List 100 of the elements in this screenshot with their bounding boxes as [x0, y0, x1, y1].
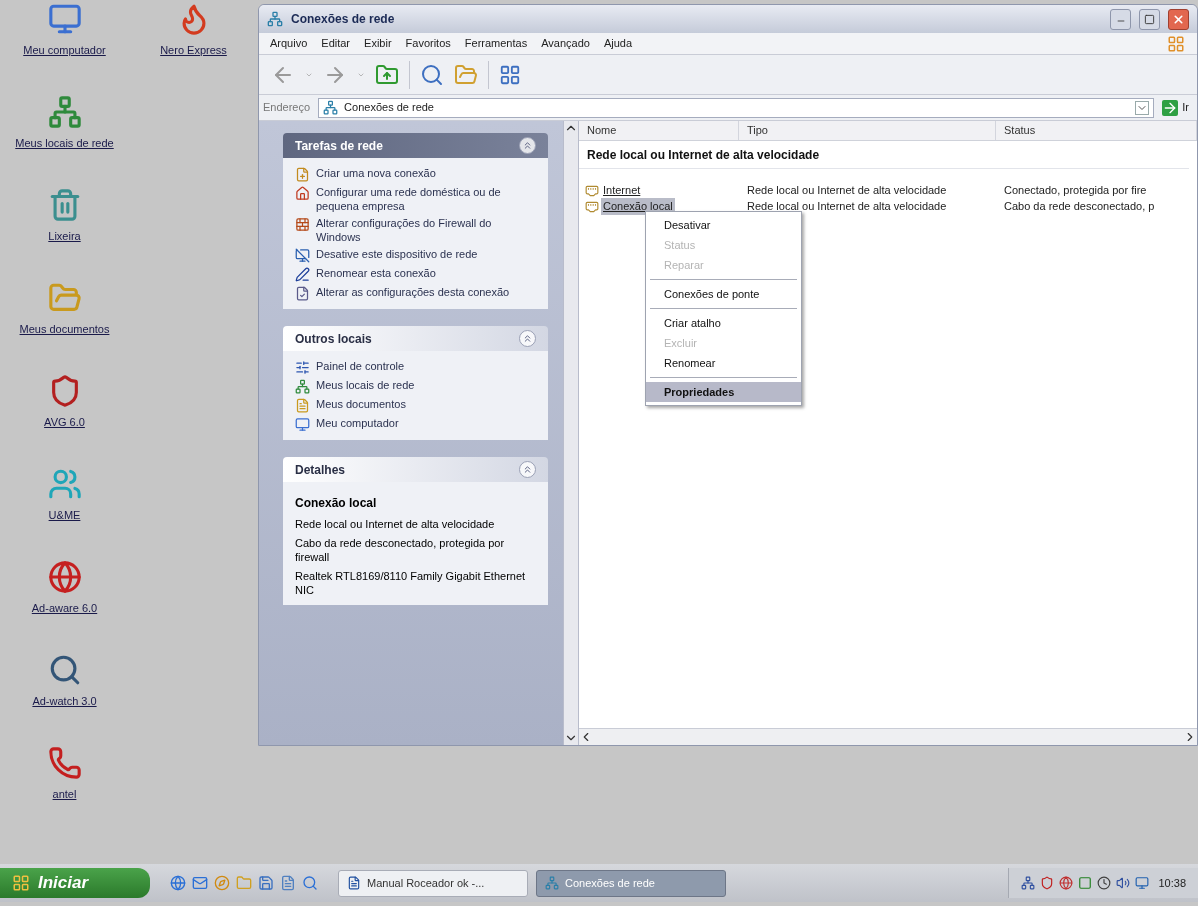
horizontal-scrollbar[interactable]: [579, 728, 1197, 745]
menu-item[interactable]: Avançado: [534, 35, 597, 52]
connection-icon: [585, 199, 599, 214]
monitor-off-icon: [295, 248, 310, 263]
network-icon: [323, 100, 339, 115]
people-icon[interactable]: [47, 467, 82, 501]
network-icon: [267, 11, 283, 27]
menu-item[interactable]: Editar: [314, 35, 358, 52]
menu-item[interactable]: Favoritos: [398, 35, 458, 52]
close-icon: [1172, 12, 1185, 26]
column-header[interactable]: Tipo: [739, 121, 996, 140]
maximize-button[interactable]: [1139, 8, 1160, 30]
phone-icon[interactable]: [47, 746, 82, 780]
pane-header[interactable]: Outros locais: [283, 326, 548, 351]
desktop-icon-label[interactable]: Ad-aware 6.0: [31, 600, 98, 617]
minimize-button[interactable]: [1110, 8, 1131, 30]
desktop-icon-label[interactable]: Meu computador: [23, 42, 106, 59]
connection-icon: [585, 183, 599, 198]
menu-item[interactable]: Ferramentas: [457, 35, 535, 52]
pane-link[interactable]: Alterar configurações do Firewall do Windows: [316, 216, 536, 244]
table-cell-text: Cabo da rede desconectado, p: [1003, 199, 1155, 215]
mail-icon[interactable]: [192, 875, 208, 891]
close-button[interactable]: [1168, 8, 1189, 30]
wall-icon: [295, 217, 310, 232]
pane-link[interactable]: Alterar as configurações desta conexão: [316, 285, 510, 299]
network-icon: [295, 379, 310, 394]
network-icon[interactable]: [47, 95, 82, 129]
globe-icon[interactable]: [47, 560, 82, 594]
desktop-icon-label[interactable]: Lixeira: [48, 228, 81, 245]
table-cell-text: Conectado, protegida por fire: [1003, 183, 1147, 199]
taskbar-button[interactable]: Manual Roceador ok -...: [338, 869, 528, 897]
collapse-icon[interactable]: [519, 461, 536, 478]
globe-icon[interactable]: [170, 875, 186, 891]
table-cell-text: Rede local ou Internet de alta velocidade: [746, 183, 948, 199]
pen-icon: [295, 267, 310, 282]
document-icon: [295, 398, 310, 413]
house-icon: [295, 186, 310, 201]
clock-icon[interactable]: [1097, 876, 1112, 890]
pane-link[interactable]: Desative este dispositivo de rede: [316, 247, 478, 261]
dropdown-icon[interactable]: [1135, 100, 1150, 115]
desktop-icon-label[interactable]: Nero Express: [160, 42, 227, 59]
pane-link[interactable]: Meu computador: [316, 416, 399, 430]
pane-link[interactable]: Meus locais de rede: [316, 378, 415, 392]
sliders-icon: [295, 360, 310, 375]
detail-text: Cabo da rede desconectado, protegida por firewall: [295, 536, 506, 564]
column-header[interactable]: Nome: [579, 121, 739, 140]
desktop-icon-label[interactable]: Meus documentos: [19, 321, 110, 338]
desktop-icon-label[interactable]: Meus locais de rede: [15, 135, 114, 152]
scrollbar[interactable]: [563, 121, 579, 745]
menu-option[interactable]: Criar atalho: [646, 313, 801, 333]
pane-link[interactable]: Criar uma nova conexão: [316, 166, 436, 180]
compass-icon[interactable]: [214, 875, 230, 891]
address-field[interactable]: Conexões de rede: [318, 97, 1155, 118]
connection-name[interactable]: Conexão local: [601, 198, 675, 215]
monitor-icon[interactable]: [1135, 876, 1150, 890]
menu-item[interactable]: Exibir: [357, 35, 399, 52]
search-icon[interactable]: [302, 875, 318, 891]
globe-icon[interactable]: [1059, 876, 1074, 890]
pane-header[interactable]: Detalhes: [283, 457, 548, 482]
column-header[interactable]: Status: [996, 121, 1197, 140]
start-button[interactable]: Iniciar: [0, 868, 150, 898]
network-icon: [545, 876, 559, 890]
pane-link[interactable]: Painel de controle: [316, 359, 405, 373]
desktop-icon-label[interactable]: antel: [52, 786, 77, 803]
maximize-icon: [1144, 13, 1155, 25]
address-label: Endereço: [263, 100, 312, 116]
collapse-icon[interactable]: [519, 330, 536, 347]
monitor-icon[interactable]: [47, 2, 82, 36]
desktop-icon-label[interactable]: Ad-watch 3.0: [32, 693, 97, 710]
file-check-icon: [295, 286, 310, 301]
folder-up-icon[interactable]: [375, 62, 399, 87]
table-cell-text: Rede local ou Internet de alta velocidade: [746, 199, 948, 215]
search-icon[interactable]: [420, 62, 444, 87]
pane-header[interactable]: Tarefas de rede: [283, 133, 548, 158]
pane-link[interactable]: Configurar uma rede doméstica ou de pequena empresa: [316, 185, 536, 213]
document-icon[interactable]: [280, 875, 296, 891]
menu-item[interactable]: Arquivo: [263, 35, 315, 52]
collapse-icon[interactable]: [519, 137, 536, 154]
clock: 10:38: [1157, 875, 1186, 891]
file-plus-icon: [295, 167, 310, 182]
menu-option[interactable]: Conexões de ponte: [646, 284, 801, 304]
group-header: Rede local ou Internet de alta velocidade: [579, 141, 1189, 169]
views-icon[interactable]: [499, 63, 521, 86]
speaker-icon[interactable]: [1116, 876, 1131, 890]
detail-text: Rede local ou Internet de alta velocidade: [295, 517, 496, 531]
menu-item[interactable]: Ajuda: [596, 35, 640, 52]
network-icon[interactable]: [1021, 876, 1036, 890]
menu-option[interactable]: Desativar: [646, 215, 801, 235]
desktop-icon-label[interactable]: AVG 6.0: [44, 414, 85, 431]
detail-title: Conexão local: [295, 495, 378, 512]
window-title: Conexões de rede: [291, 11, 396, 28]
pane-link[interactable]: Renomear esta conexão: [316, 266, 436, 280]
connection-name[interactable]: Internet: [601, 182, 643, 199]
go-button[interactable]: Ir: [1158, 99, 1189, 116]
pane-link[interactable]: Meus documentos: [316, 397, 406, 411]
desktop-icon-label[interactable]: U&ME: [48, 507, 81, 524]
shield-icon[interactable]: [1040, 876, 1055, 890]
folder-icon[interactable]: [454, 62, 478, 87]
menu-option[interactable]: Renomear: [646, 353, 801, 373]
menu-option[interactable]: Propriedades: [646, 382, 801, 402]
